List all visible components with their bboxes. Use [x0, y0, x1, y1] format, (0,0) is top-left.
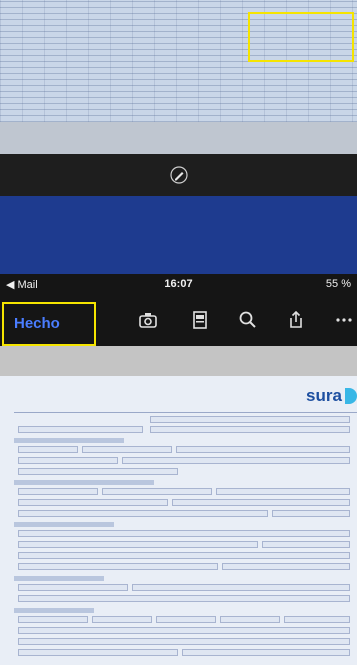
form-field	[132, 584, 350, 591]
form-field	[220, 616, 280, 623]
document-gap	[0, 122, 357, 154]
status-bar: ◀ Mail 16:07 55 %	[0, 274, 357, 296]
form-field	[216, 488, 350, 495]
top-document-preview	[0, 0, 357, 122]
form-field	[122, 457, 350, 464]
page-gap	[0, 346, 357, 376]
share-icon[interactable]	[286, 310, 306, 330]
camera-icon[interactable]	[138, 310, 158, 330]
form-field	[92, 616, 152, 623]
battery-level: 55 %	[325, 278, 351, 290]
form-field	[176, 446, 350, 453]
form-section-header	[14, 438, 124, 443]
logo-swoosh	[345, 388, 357, 404]
form-field	[18, 649, 178, 656]
search-icon[interactable]	[238, 310, 258, 330]
done-button[interactable]: Hecho	[2, 302, 96, 346]
document-scan-icon[interactable]	[190, 310, 210, 330]
form-field	[18, 446, 78, 453]
form-rule	[14, 412, 357, 413]
form-field	[182, 649, 350, 656]
form-section-header	[14, 480, 154, 485]
form-section-header	[14, 576, 104, 581]
form-field	[262, 541, 350, 548]
form-field	[18, 595, 350, 602]
form-field	[272, 510, 350, 517]
form-field	[18, 627, 350, 634]
form-field	[150, 416, 350, 423]
status-time: 16:07	[164, 278, 193, 290]
blue-band	[0, 196, 357, 274]
form-field	[150, 426, 350, 433]
form-field	[172, 499, 350, 506]
form-field	[156, 616, 216, 623]
form-field	[18, 563, 218, 570]
form-field	[18, 616, 88, 623]
more-icon[interactable]	[334, 310, 354, 330]
sura-logo: sura	[306, 386, 342, 405]
highlight-box	[248, 12, 354, 62]
form-field	[82, 446, 172, 453]
form-field	[18, 530, 350, 537]
form-field	[18, 584, 128, 591]
form-section-header	[14, 608, 94, 613]
form-field	[18, 468, 178, 475]
form-field	[18, 488, 98, 495]
preview-toolbar: Hecho	[0, 296, 357, 346]
form-field	[102, 488, 212, 495]
form-field	[18, 499, 168, 506]
form-field	[18, 552, 350, 559]
form-field	[18, 457, 118, 464]
form-field	[284, 616, 350, 623]
pencil-icon[interactable]	[170, 166, 188, 184]
form-field	[18, 510, 268, 517]
form-field	[18, 541, 258, 548]
form-section-header	[14, 522, 114, 527]
document-page: sura	[0, 376, 357, 665]
form-field	[18, 638, 350, 645]
form-field	[222, 563, 350, 570]
form-field	[18, 426, 143, 433]
